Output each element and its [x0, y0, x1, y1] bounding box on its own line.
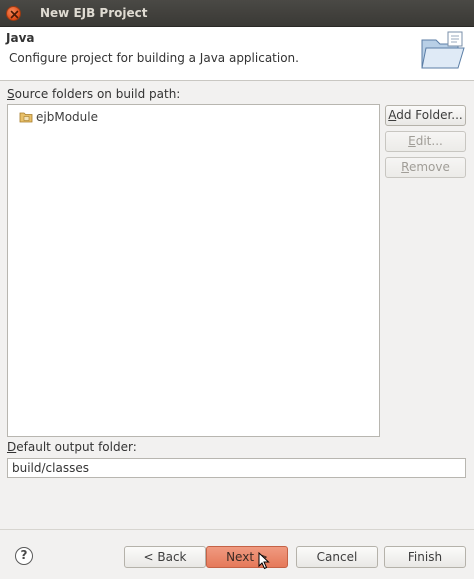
add-folder-button[interactable]: Add Folder...: [385, 105, 466, 126]
help-button[interactable]: ?: [15, 547, 33, 565]
wizard-header: Java Configure project for building a Ja…: [0, 27, 474, 81]
window-close-button[interactable]: [6, 6, 21, 21]
window-titlebar: New EJB Project: [0, 0, 474, 27]
output-folder-label: Default output folder:: [7, 440, 137, 454]
page-description: Configure project for building a Java ap…: [9, 51, 299, 65]
mouse-cursor-icon: [258, 552, 270, 570]
output-folder-input[interactable]: [7, 458, 466, 478]
help-icon: ?: [20, 548, 28, 562]
edit-button[interactable]: Edit...: [385, 131, 466, 152]
tree-item-ejbmodule[interactable]: ejbModule: [19, 108, 98, 125]
cancel-button[interactable]: Cancel: [296, 546, 378, 568]
source-folders-label: Source folders on build path:: [7, 87, 181, 101]
folder-wizard-icon: [421, 31, 465, 69]
close-icon: [10, 10, 19, 19]
back-button[interactable]: < Back: [124, 546, 206, 568]
footer-separator: [0, 529, 474, 530]
remove-button[interactable]: Remove: [385, 157, 466, 178]
finish-button[interactable]: Finish: [384, 546, 466, 568]
tree-item-label: ejbModule: [36, 109, 98, 124]
source-folders-tree[interactable]: ejbModule: [7, 104, 380, 437]
window-title: New EJB Project: [40, 6, 148, 20]
package-folder-icon: [19, 112, 33, 122]
page-title: Java: [6, 31, 35, 45]
next-button[interactable]: Next >: [206, 546, 288, 568]
